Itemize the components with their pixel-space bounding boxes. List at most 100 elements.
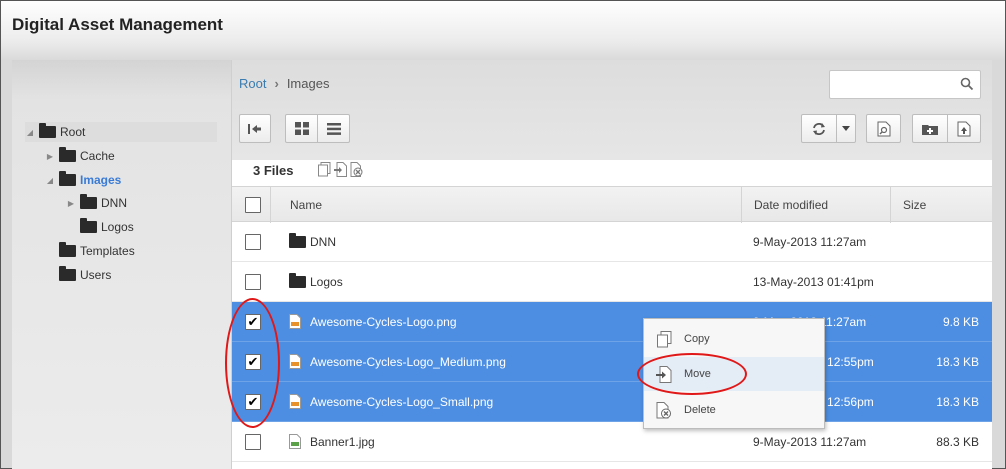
collapse-icon[interactable]: ◢ [45, 176, 55, 185]
toolbar-area: Root › Images [232, 60, 992, 160]
upload-icon [957, 121, 971, 136]
file-search-icon [877, 121, 890, 136]
move-highlight-ellipse [637, 353, 747, 395]
tree-node-root[interactable]: ◢ Root [25, 122, 217, 142]
file-date: 9-May-2013 11:27am [753, 235, 867, 249]
folder-icon [80, 194, 97, 209]
table-row[interactable]: ✔ Awesome-Cycles-Logo.png 9-May-2013 11:… [232, 302, 992, 342]
tree-node-label: Users [80, 268, 112, 282]
context-menu-label: Delete [684, 404, 716, 416]
breadcrumb-root-link[interactable]: Root [239, 76, 266, 91]
png-file-icon [289, 394, 301, 409]
tree-node-users[interactable]: Users [45, 265, 111, 285]
jpg-file-icon [289, 434, 301, 449]
png-file-icon [289, 314, 301, 329]
file-size: 88.3 KB [936, 435, 979, 449]
select-all-checkbox[interactable] [245, 197, 261, 213]
copy-icon [656, 330, 671, 347]
tree-node-dnn[interactable]: ▶ DNN [66, 193, 127, 213]
breadcrumb-current: Images [286, 76, 330, 91]
refresh-icon [813, 122, 825, 135]
grid-icon [294, 122, 309, 135]
tree-node-label: Templates [80, 244, 135, 258]
table-row[interactable]: Logos 13-May-2013 01:41pm [232, 262, 992, 302]
folder-icon [59, 266, 76, 281]
app-title: Digital Asset Management [12, 15, 223, 34]
expand-icon[interactable]: ▶ [45, 152, 55, 161]
table-row[interactable]: ✔ Awesome-Cycles-Logo_Small.png 13-May-2… [232, 382, 992, 422]
tree-node-cache[interactable]: ▶ Cache [45, 146, 115, 166]
collapse-panel-icon [248, 123, 261, 134]
context-menu-copy[interactable]: Copy [644, 322, 824, 356]
folder-icon [289, 233, 306, 248]
delete-icon[interactable] [350, 162, 363, 177]
folder-icon [59, 242, 76, 257]
column-header-name[interactable]: Name [270, 187, 744, 223]
folder-icon [289, 273, 306, 288]
tree-node-label: Images [80, 173, 122, 187]
folder-icon [80, 218, 97, 233]
tree-node-label: Cache [80, 149, 115, 163]
file-name: DNN [310, 235, 336, 249]
selection-actions [318, 162, 363, 177]
search-input[interactable] [829, 70, 981, 99]
thumbnail-view-button[interactable] [285, 114, 318, 143]
file-browser: Root › Images 3 Files Name Date modified… [232, 60, 992, 469]
table-row[interactable]: ✔ Awesome-Cycles-Logo_Medium.png 13-May-… [232, 342, 992, 382]
file-size: 9.8 KB [942, 315, 979, 329]
list-icon [326, 122, 341, 135]
file-name: Banner1.jpg [310, 435, 375, 449]
move-icon[interactable] [334, 162, 347, 177]
dam-shell: ◢ Root ▶ Cache ◢ Images ▶ DNN Logos Temp… [12, 60, 992, 469]
search-files-button[interactable] [866, 114, 901, 143]
refresh-button[interactable] [801, 114, 837, 143]
file-name: Awesome-Cycles-Logo_Medium.png [310, 355, 506, 369]
file-name: Logos [310, 275, 343, 289]
search-icon[interactable] [960, 77, 974, 91]
file-name: Awesome-Cycles-Logo.png [310, 315, 457, 329]
table-header: Name Date modified Size [232, 186, 992, 223]
tree-node-label: Logos [101, 220, 134, 234]
tree-node-images[interactable]: ◢ Images [45, 170, 121, 190]
row-checkbox[interactable] [245, 434, 261, 450]
tree-node-templates[interactable]: Templates [45, 241, 135, 261]
folder-tree: ◢ Root ▶ Cache ◢ Images ▶ DNN Logos Temp… [12, 60, 232, 469]
collapse-icon[interactable]: ◢ [25, 128, 35, 137]
file-size: 18.3 KB [936, 395, 979, 409]
row-checkbox[interactable] [245, 234, 261, 250]
file-name: Awesome-Cycles-Logo_Small.png [310, 395, 494, 409]
checkbox-highlight-ellipse [225, 298, 280, 428]
list-view-button[interactable] [317, 114, 350, 143]
refresh-options-dropdown[interactable] [836, 114, 856, 143]
folder-icon [59, 171, 76, 186]
toggle-tree-button[interactable] [239, 114, 271, 143]
folder-icon [59, 147, 76, 162]
expand-icon[interactable]: ▶ [66, 199, 76, 208]
file-date: 9-May-2013 11:27am [753, 435, 867, 449]
file-size: 18.3 KB [936, 355, 979, 369]
png-file-icon [289, 354, 301, 369]
tree-node-label: DNN [101, 196, 127, 210]
column-header-date[interactable]: Date modified [741, 187, 891, 223]
column-header-size[interactable]: Size [890, 187, 992, 223]
selection-bar: 3 Files [232, 160, 992, 186]
table-row[interactable]: DNN 9-May-2013 11:27am [232, 222, 992, 262]
context-menu-label: Copy [684, 333, 710, 345]
chevron-down-icon [842, 126, 850, 131]
context-menu-delete[interactable]: Delete [644, 393, 824, 427]
new-folder-icon [922, 124, 938, 135]
upload-files-button[interactable] [947, 114, 981, 143]
files-count: 3 Files [253, 163, 294, 178]
app-window: Digital Asset Management ◢ Root ▶ Cache … [0, 0, 1006, 469]
row-checkbox[interactable] [245, 274, 261, 290]
create-folder-button[interactable] [912, 114, 948, 143]
breadcrumb-separator: › [274, 76, 279, 91]
delete-icon [656, 401, 671, 418]
tree-node-logos[interactable]: Logos [66, 217, 134, 237]
breadcrumb: Root › Images [239, 76, 329, 91]
copy-icon[interactable] [318, 162, 331, 177]
tree-node-label: Root [60, 125, 86, 139]
file-date: 13-May-2013 01:41pm [753, 275, 874, 289]
folder-icon [39, 123, 56, 138]
table-row[interactable]: Banner1.jpg 9-May-2013 11:27am 88.3 KB [232, 422, 992, 462]
